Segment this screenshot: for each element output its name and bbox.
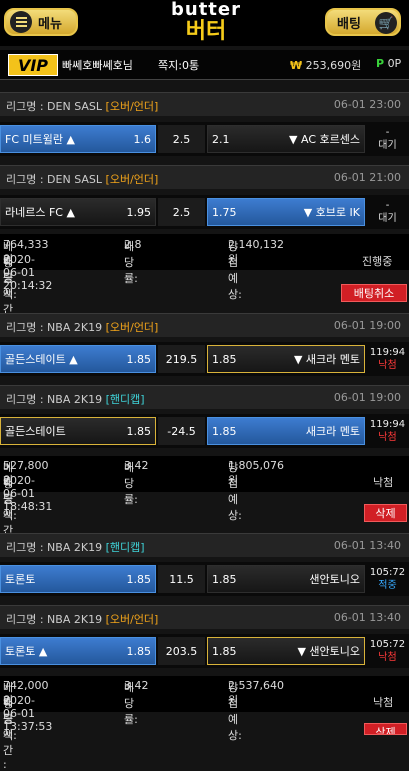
league-header: 리그명 : NBA 2K19 [오버/언더] 06-01 13:40 bbox=[0, 605, 409, 629]
line-value: 203.5 bbox=[158, 637, 205, 665]
points: P 0P bbox=[376, 57, 402, 70]
line-value: -24.5 bbox=[158, 417, 205, 445]
league-header: 리그명 : DEN SASL [오버/언더] 06-01 23:00 bbox=[0, 92, 409, 116]
home-pick[interactable]: 골든스테이트 ▲ 1.85 bbox=[0, 345, 156, 373]
home-pick[interactable]: 라네르스 FC ▲ 1.95 bbox=[0, 198, 156, 226]
away-pick[interactable]: 1.85 샌안토니오 bbox=[207, 565, 365, 593]
away-pick[interactable]: 2.1 ▼ AC 호르센스 bbox=[207, 125, 365, 153]
bet-label: 배팅 bbox=[337, 16, 361, 32]
home-pick[interactable]: FC 미트윌란 ▲ 1.6 bbox=[0, 125, 156, 153]
away-pick[interactable]: 1.75 ▼ 호브로 IK bbox=[207, 198, 365, 226]
status: 119:94 낙첨 bbox=[369, 419, 406, 443]
bet-info: 베팅금액: 527,800원 배당률: 3.42 당첨예상: 1,805,076… bbox=[0, 456, 409, 551]
home-pick[interactable]: 토론토 ▲ 1.85 bbox=[0, 637, 156, 665]
messages-link[interactable]: 쪽지:0통 bbox=[158, 57, 199, 73]
status: 105:72 낙첨 bbox=[369, 639, 406, 663]
away-pick[interactable]: 1.85 ▼ 샌안토니오 bbox=[207, 637, 365, 665]
cart-icon: 🛒 bbox=[375, 12, 397, 34]
bet-row: 골든스테이트 1.85 -24.5 1.85 새크라 멘토 119:94 낙첨 bbox=[0, 414, 409, 448]
league-header: 리그명 : DEN SASL [오버/언더] 06-01 21:00 bbox=[0, 165, 409, 189]
bet-slip-button[interactable]: 배팅 🛒 bbox=[325, 8, 401, 36]
bet-row: 토론토 ▲ 1.85 203.5 1.85 ▼ 샌안토니오 105:72 낙첨 bbox=[0, 634, 409, 668]
won-icon: ₩ bbox=[290, 59, 303, 72]
line-value: 219.5 bbox=[158, 345, 205, 373]
cancel-bet-button[interactable]: 배팅취소 bbox=[341, 284, 407, 302]
app-header: 메뉴 butter 버터 배팅 🛒 bbox=[0, 0, 409, 46]
league-header: 리그명 : NBA 2K19 [핸디캡] 06-01 13:40 bbox=[0, 533, 409, 557]
delete-button[interactable]: 삭제 bbox=[364, 504, 407, 522]
bet-row: FC 미트윌란 ▲ 1.6 2.5 2.1 ▼ AC 호르센스 - 대기 bbox=[0, 122, 409, 156]
status: 119:94 낙첨 bbox=[369, 347, 406, 371]
delete-button[interactable]: 삭제 bbox=[364, 723, 407, 735]
bet-result: 낙첨 bbox=[373, 476, 394, 489]
home-pick[interactable]: 토론토 1.85 bbox=[0, 565, 156, 593]
point-icon: P bbox=[376, 57, 385, 70]
line-value: 11.5 bbox=[158, 565, 205, 593]
vip-badge: VIP bbox=[8, 54, 58, 76]
bet-info: 베팅금액: 742,000원 배당률: 3.42 당첨예상: 2,537,640… bbox=[0, 676, 409, 771]
line-value: 2.5 bbox=[158, 125, 205, 153]
line-value: 2.5 bbox=[158, 198, 205, 226]
bet-result: 낙첨 bbox=[373, 696, 394, 709]
league-header: 리그명 : NBA 2K19 [오버/언더] 06-01 19:00 bbox=[0, 313, 409, 337]
menu-button[interactable]: 메뉴 bbox=[4, 8, 78, 36]
status: - 대기 bbox=[378, 200, 397, 224]
status: - 대기 bbox=[378, 127, 397, 151]
league-header: 리그명 : NBA 2K19 [핸디캡] 06-01 19:00 bbox=[0, 385, 409, 409]
away-pick[interactable]: 1.85 ▼ 새크라 멘토 bbox=[207, 345, 365, 373]
bet-result: 진행중 bbox=[362, 255, 393, 268]
bet-row: 골든스테이트 ▲ 1.85 219.5 1.85 ▼ 새크라 멘토 119:94 낙첨 bbox=[0, 342, 409, 376]
username: 빠쎄호빠쎄호님 bbox=[62, 59, 133, 72]
bet-info: 베팅금액: 764,333원 배당률: 2.8 당첨예상: 2,140,132원… bbox=[0, 234, 409, 330]
logo[interactable]: butter 버터 bbox=[160, 0, 252, 44]
away-pick[interactable]: 1.85 새크라 멘토 bbox=[207, 417, 365, 445]
status: 105:72 적중 bbox=[369, 567, 406, 591]
bet-row: 라네르스 FC ▲ 1.95 2.5 1.75 ▼ 호브로 IK - 대기 bbox=[0, 195, 409, 229]
hamburger-icon bbox=[10, 11, 32, 33]
home-pick[interactable]: 골든스테이트 1.85 bbox=[0, 417, 156, 445]
menu-label: 메뉴 bbox=[38, 16, 62, 32]
user-bar: VIP 빠쎄호빠쎄호님 쪽지:0통 ₩ 253,690원 P 0P bbox=[0, 50, 409, 80]
balance: ₩ 253,690원 bbox=[290, 59, 362, 72]
bet-row: 토론토 1.85 11.5 1.85 샌안토니오 105:72 적중 bbox=[0, 562, 409, 596]
